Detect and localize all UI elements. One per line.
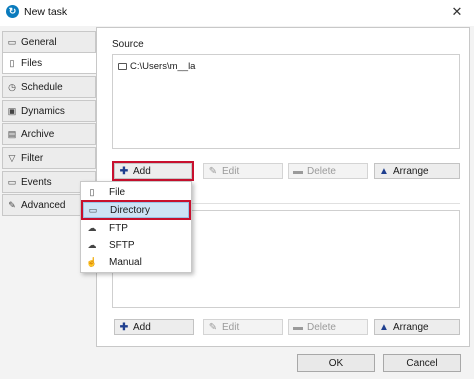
schedule-icon: ◷ [8,82,16,92]
source-path: C:\Users\m__la [130,61,196,72]
tab-label: General [21,36,57,48]
tab-label: Filter [21,152,44,164]
arrange-icon: ▲ [379,165,389,177]
close-button[interactable]: ✕ [446,3,468,21]
button-label: Edit [222,165,240,177]
destination-arrange-button[interactable]: ▲ Arrange [374,319,460,335]
tab-label: Files [21,57,43,69]
menu-item-label: Directory [110,204,151,216]
folder-icon [118,63,127,70]
filter-icon: ▽ [8,153,16,163]
tab-general[interactable]: ▭ General [2,31,96,53]
menu-item-label: File [109,186,126,198]
app-logo-icon: ↻ [6,5,19,18]
button-label: Delete [307,165,336,177]
ok-button[interactable]: OK [297,354,375,372]
menu-item-label: SFTP [109,239,135,251]
file-icon: ▯ [89,186,95,197]
tab-label: Events [21,176,52,188]
dynamics-icon: ▣ [7,106,17,116]
general-icon: ▭ [7,37,17,47]
tab-label: Dynamics [21,105,65,117]
tab-filter[interactable]: ▽ Filter [2,147,96,169]
button-label: Arrange [393,321,429,333]
tab-dynamics[interactable]: ▣ Dynamics [2,100,96,122]
destination-edit-button[interactable]: ✎ Edit [203,319,283,335]
button-label: Edit [222,321,240,333]
plus-icon: ✚ [119,165,129,177]
add-menu: ▯ File ▭ Directory ☁ FTP ☁ SFTP ☝ Manual [80,181,192,273]
source-arrange-button[interactable]: ▲ Arrange [374,163,460,179]
menu-item-file[interactable]: ▯ File [83,184,189,200]
destination-add-button[interactable]: ✚ Add [114,319,194,335]
source-delete-button[interactable]: ▬ Delete [288,163,368,179]
menu-item-sftp[interactable]: ☁ SFTP [83,237,189,253]
minus-icon: ▬ [293,165,303,177]
source-edit-button[interactable]: ✎ Edit [203,163,283,179]
button-label: Add [133,321,151,333]
button-label: Delete [307,321,336,333]
button-label: Add [133,165,151,177]
title-bar: ↻ New task ✕ [0,0,474,26]
menu-item-label: FTP [109,222,128,234]
hand-icon: ☝ [86,256,98,267]
tab-archive[interactable]: ▤ Archive [2,123,96,145]
menu-item-manual[interactable]: ☝ Manual [83,254,189,270]
minus-icon: ▬ [293,321,303,333]
window-title: New task [24,6,68,18]
cancel-button[interactable]: Cancel [383,354,461,372]
folder-icon: ▭ [88,204,98,215]
events-icon: ▭ [7,177,17,187]
cloud-icon: ☁ [87,222,97,233]
tab-label: Schedule [21,81,63,93]
destination-group-border [190,203,460,204]
button-label: Arrange [393,165,429,177]
menu-item-label: Manual [109,256,142,268]
tab-label: Archive [21,128,55,140]
source-add-button[interactable]: ✚ Add [112,161,194,181]
arrange-icon: ▲ [379,321,389,333]
menu-item-ftp[interactable]: ☁ FTP [83,220,189,236]
pencil-icon: ✎ [208,321,218,333]
tab-label: Advanced [21,199,66,211]
menu-item-directory[interactable]: ▭ Directory [81,200,191,220]
archive-icon: ▤ [7,129,17,139]
list-item[interactable]: C:\Users\m__la [118,61,195,72]
cloud-lock-icon: ☁ [87,239,97,250]
plus-icon: ✚ [119,321,129,333]
destination-delete-button[interactable]: ▬ Delete [288,319,368,335]
files-icon: ▯ [9,58,15,68]
pencil-icon: ✎ [208,165,218,177]
source-group-label: Source [112,39,144,50]
tab-schedule[interactable]: ◷ Schedule [2,76,96,98]
tab-files[interactable]: ▯ Files [2,52,99,74]
wrench-icon: ✎ [8,200,16,210]
